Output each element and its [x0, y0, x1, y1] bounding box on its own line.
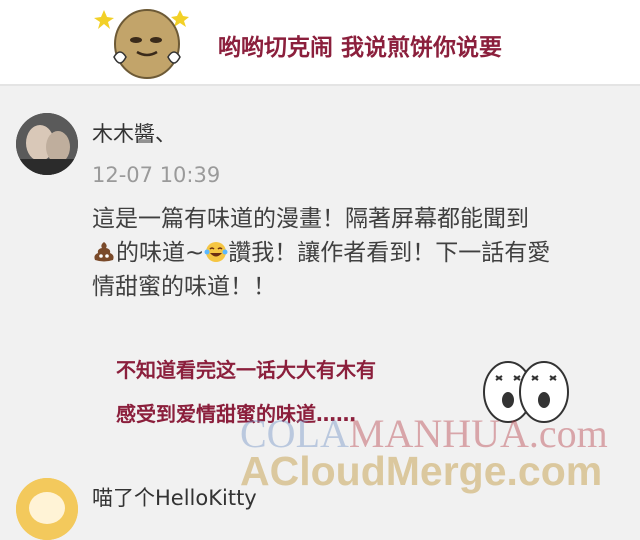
- watermark-line-2: ACloudMerge.com: [240, 448, 603, 494]
- potato-sticker-icon: [94, 9, 189, 79]
- comment-text: 這是一篇有味道的漫畫！隔著屏幕都能聞到 的味道~ 讚我！讓作者看到！下一話有愛 …: [92, 202, 632, 304]
- top-banner: 哟哟切克闹 我说煎饼你说要: [0, 0, 640, 84]
- comment-line-2b: 讚我！讓作者看到！下一話有愛: [228, 240, 551, 266]
- avatar-photo: [16, 113, 78, 175]
- comment-line-3: 情甜蜜的味道！！: [92, 274, 276, 300]
- poop-emoji-icon: [94, 242, 114, 262]
- next-comment-username[interactable]: 喵了个HelloKitty: [92, 482, 257, 512]
- banner-caption: 哟哟切克闹 我说煎饼你说要: [218, 35, 503, 61]
- next-comment-avatar[interactable]: [16, 478, 78, 540]
- comment-line-2a: 的味道~: [116, 240, 205, 266]
- caption-line-1: 不知道看完这一话大大有木有: [116, 358, 376, 382]
- tears-of-joy-emoji-icon: [204, 242, 228, 262]
- comment-timestamp: 12-07 10:39: [92, 163, 221, 187]
- divider: [0, 84, 640, 86]
- comment-line-1: 這是一篇有味道的漫畫！隔著屏幕都能聞到: [92, 206, 529, 232]
- comment-username[interactable]: 木木醬、: [92, 118, 176, 148]
- avatar-photo-2: [16, 478, 78, 540]
- avatar[interactable]: [16, 113, 78, 175]
- comment-line-2: 的味道~ 讚我！讓作者看到！下一話有愛: [92, 236, 632, 270]
